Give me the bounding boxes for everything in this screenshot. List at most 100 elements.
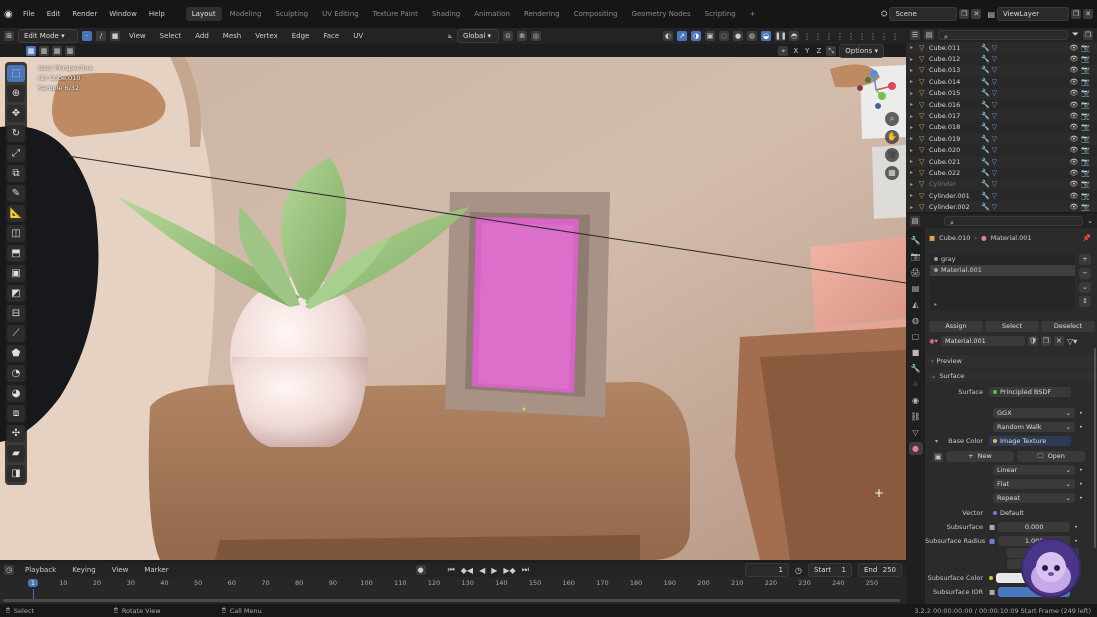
menu-select[interactable]: Select (155, 30, 187, 42)
rip-tool-icon[interactable]: ◨ (7, 465, 25, 482)
menu-timeline-view[interactable]: View (107, 564, 134, 576)
visibility-toggle-icons[interactable]: 👁📷 (1069, 135, 1093, 143)
delete-view-layer-icon[interactable]: ✕ (1083, 9, 1093, 19)
menu-help[interactable]: Help (144, 8, 170, 20)
visibility-toggle-icons[interactable]: 👁📷 (1069, 44, 1093, 52)
measure-tool-icon[interactable]: 📐 (7, 205, 25, 222)
transform-tool-icon[interactable]: ⧉ (7, 165, 25, 182)
expand-arrow-icon[interactable]: ▸ (910, 90, 919, 97)
new-collection-icon[interactable]: ❐ (1083, 30, 1093, 40)
properties-options-icon[interactable]: ⌄ (1087, 217, 1093, 225)
outliner-row[interactable]: ▸ ▽ Cube.022 🔧▽ 👁📷 (906, 167, 1097, 178)
rendered-shading-icon[interactable]: ◒ (761, 31, 771, 41)
keyframe-dot-icon[interactable]: • (1074, 523, 1078, 531)
move-tool-icon[interactable]: ✥ (7, 105, 25, 122)
physics-tab-icon[interactable]: ◉ (909, 394, 923, 407)
material-slot-active[interactable]: Material.001 (930, 265, 1075, 276)
tab-geometry-nodes[interactable]: Geometry Nodes (626, 7, 697, 21)
solid-shading-icon[interactable]: ● (733, 31, 743, 41)
tab-modeling[interactable]: Modeling (224, 7, 268, 21)
fake-user-icon[interactable]: 🛡 (1027, 336, 1038, 346)
expand-arrow-icon[interactable]: ▸ (910, 192, 919, 199)
add-cube-tool-icon[interactable]: ◫ (7, 225, 25, 242)
tab-compositing[interactable]: Compositing (568, 7, 624, 21)
navigation-gizmo[interactable] (852, 62, 902, 112)
preview-range-icon[interactable]: ◷ (795, 566, 802, 575)
outliner-object-name[interactable]: Cylinder.001 (929, 192, 981, 200)
distribution-dropdown[interactable]: GGX ⌄ (993, 408, 1075, 418)
annotate-tool-icon[interactable]: ✎ (7, 185, 25, 202)
pan-hand-icon[interactable]: ✋ (885, 130, 899, 144)
scene-tab-icon[interactable]: ◭ (909, 298, 923, 311)
smooth-tool-icon[interactable]: ◕ (7, 385, 25, 402)
move-slot-button[interactable]: ↕ (1079, 296, 1091, 307)
spin-tool-icon[interactable]: ◔ (7, 365, 25, 382)
select-mode-subtract-icon[interactable]: ▦ (52, 45, 62, 56)
gizmo-toggle-icon[interactable]: ↗ (677, 31, 687, 41)
outliner-row[interactable]: ▸ ▽ Cylinder 🔧▽ 👁📷 (906, 178, 1097, 191)
select-mode-new-icon[interactable]: ▦ (26, 45, 36, 56)
material-name-field[interactable]: Material.001 (940, 336, 1025, 346)
base-color-input[interactable]: Image Texture (989, 436, 1071, 446)
tab-texture-paint[interactable]: Texture Paint (367, 7, 424, 21)
zoom-icon[interactable]: ⌕ (885, 112, 899, 126)
knife-tool-icon[interactable]: ⟋ (7, 325, 25, 342)
play-reverse-icon[interactable]: ◀ (479, 566, 485, 575)
material-browse-icon[interactable]: ◉▾ (929, 337, 938, 345)
data-tab-icon[interactable]: ▽ (909, 426, 923, 439)
expand-arrow-icon[interactable]: ▸ (910, 44, 919, 51)
surface-panel-header[interactable]: ⌄ Surface (925, 370, 1097, 382)
pin-icon[interactable]: 📌 (1083, 234, 1091, 242)
add-slot-button[interactable]: + (1079, 254, 1091, 265)
jump-start-icon[interactable]: ⏮ (448, 565, 455, 575)
subsurface-method-dropdown[interactable]: Random Walk ⌄ (993, 422, 1075, 432)
visibility-toggle-icons[interactable]: 👁📷 (1069, 146, 1093, 154)
material-tab-icon[interactable]: ● (908, 442, 923, 455)
outliner-object-name[interactable]: Cube.021 (929, 158, 981, 166)
select-mode-invert-icon[interactable]: ▦ (65, 45, 75, 56)
outliner-row[interactable]: ▸ ▽ Cube.019 🔧▽ 👁📷 (906, 133, 1097, 145)
view-layer-tab-icon[interactable]: ▤ (909, 282, 923, 295)
delete-scene-icon[interactable]: ✕ (971, 9, 982, 19)
vector-input[interactable]: Default (989, 508, 1071, 518)
outliner-object-name[interactable]: Cylinder (929, 180, 981, 188)
tab-shading[interactable]: Shading (426, 7, 466, 21)
properties-editor-type-icon[interactable]: ▤ (910, 216, 920, 226)
outliner-editor-type-icon[interactable]: ☰ (910, 30, 920, 40)
auto-key-icon[interactable]: ● (415, 565, 426, 575)
keyframe-dot-icon[interactable]: • (1079, 423, 1083, 431)
pause-render-icon[interactable]: ❚❚ (775, 31, 787, 41)
collection-tab-icon[interactable]: ▢ (909, 330, 923, 343)
tab-layout[interactable]: Layout (185, 7, 222, 21)
mirror-icon[interactable]: ⌖ (778, 45, 789, 56)
surface-shader-field[interactable]: Principled BSDF (989, 387, 1071, 397)
preview-panel-header[interactable]: › Preview (925, 355, 1097, 367)
tab-animation[interactable]: Animation (468, 7, 516, 21)
cursor-tool-icon[interactable]: ⊕ (7, 85, 25, 102)
outliner-object-name[interactable]: Cylinder.002 (929, 203, 981, 211)
inset-tool-icon[interactable]: ▣ (7, 265, 25, 282)
select-mode-extend-icon[interactable]: ▦ (39, 45, 49, 56)
timeline-scrollbar[interactable] (3, 599, 900, 602)
tab-uv-editing[interactable]: UV Editing (316, 7, 365, 21)
blender-logo-icon[interactable]: ◉ (4, 9, 16, 20)
camera-view-icon[interactable]: 🎥 (885, 148, 899, 162)
timeline-editor-type-icon[interactable]: ◷ (4, 565, 14, 575)
menu-file[interactable]: File (18, 8, 40, 20)
keyframe-dot-icon[interactable]: • (1079, 494, 1083, 502)
world-tab-icon[interactable]: ◍ (909, 314, 923, 327)
outliner-row[interactable]: ▸ ▽ Cube.015 🔧▽ 👁📷 (906, 87, 1097, 99)
shear-tool-icon[interactable]: ▰ (7, 445, 25, 462)
new-scene-icon[interactable]: ❐ (959, 9, 970, 19)
axis-y-toggle[interactable]: Y (803, 47, 811, 55)
expand-arrow-icon[interactable]: ▸ (910, 67, 919, 74)
select-box-tool-icon[interactable]: ⬚ (7, 65, 25, 82)
outliner-object-name[interactable]: Cube.015 (929, 89, 981, 97)
outliner-object-name[interactable]: Cube.012 (929, 55, 981, 63)
visibility-toggle-icons[interactable]: 👁📷 (1069, 123, 1093, 131)
mode-dropdown[interactable]: Edit Mode ▾ (18, 29, 78, 43)
pivot-icon[interactable]: ⊙ (502, 31, 513, 41)
edge-slide-tool-icon[interactable]: ⧈ (7, 405, 25, 422)
visibility-toggle-icons[interactable]: 👁📷 (1069, 158, 1093, 166)
next-keyframe-icon[interactable]: ▶◆ (503, 566, 515, 575)
